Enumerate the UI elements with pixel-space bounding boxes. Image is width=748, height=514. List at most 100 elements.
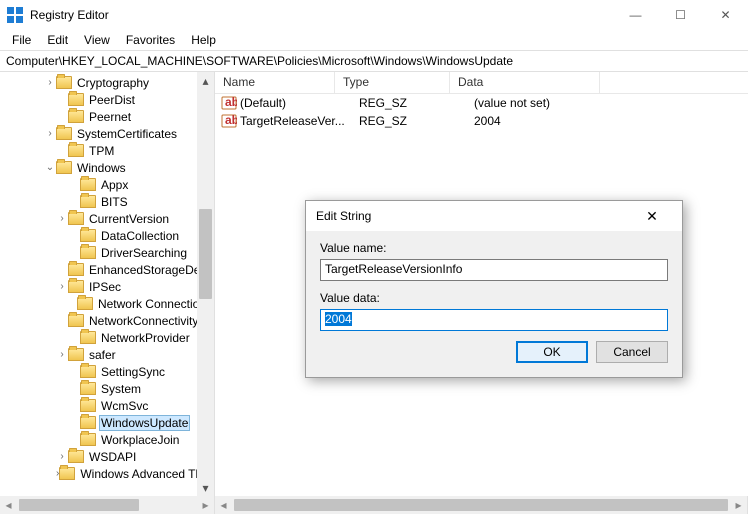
tree-node-label: IPSec (87, 280, 123, 294)
app-icon (6, 6, 24, 24)
tree-scrollbar[interactable]: ▴ ▾ (197, 72, 214, 496)
tree-node[interactable]: ›safer (0, 346, 214, 363)
hscroll-left-icon[interactable]: ◂ (215, 498, 232, 512)
list-row[interactable]: abTargetReleaseVer...REG_SZ2004 (215, 112, 748, 130)
chevron-right-icon[interactable]: › (56, 349, 68, 360)
tree-node[interactable]: Appx (0, 176, 214, 193)
row-data: 2004 (466, 114, 616, 128)
tree-node-label: PeerDist (87, 93, 137, 107)
tree[interactable]: › Cryptography PeerDist Peernet › SystemCerti… (0, 74, 214, 482)
tree-node[interactable]: › WSDAPI (0, 448, 214, 465)
string-value-icon: ab (221, 113, 237, 129)
row-name: (Default) (240, 96, 351, 110)
value-name-input[interactable]: TargetReleaseVersionInfo (320, 259, 668, 281)
tree-node[interactable]: › Cryptography (0, 74, 214, 91)
tree-node-label: EnhancedStorageDevices (87, 263, 215, 277)
tree-node[interactable]: DriverSearching (0, 244, 214, 261)
column-data[interactable]: Data (450, 72, 600, 93)
chevron-right-icon[interactable]: › (56, 451, 68, 462)
bottom-scroll: ◂ ▸ ◂ ▸ (0, 496, 748, 514)
hscroll-left-icon[interactable]: ◂ (0, 498, 17, 512)
tree-node-label: Windows Advanced Threat Protection (78, 467, 215, 481)
hscroll-right-icon[interactable]: ▸ (730, 498, 747, 512)
menu-help[interactable]: Help (183, 31, 224, 49)
scroll-down-icon[interactable]: ▾ (197, 479, 214, 496)
hscroll-right-icon[interactable]: ▸ (197, 498, 214, 512)
tree-node[interactable]: System (0, 380, 214, 397)
tree-node[interactable]: ›CurrentVersion (0, 210, 214, 227)
chevron-right-icon[interactable]: › (56, 213, 68, 224)
tree-node-label: Peernet (87, 110, 133, 124)
folder-icon (77, 297, 93, 310)
tree-node[interactable]: WindowsUpdate (0, 414, 214, 431)
tree-node[interactable]: EnhancedStorageDevices (0, 261, 214, 278)
tree-node[interactable]: BITS (0, 193, 214, 210)
folder-icon (80, 416, 96, 429)
tree-node[interactable]: WcmSvc (0, 397, 214, 414)
value-name-label: Value name: (320, 241, 668, 255)
tree-node-label: Cryptography (75, 76, 151, 90)
tree-node[interactable]: NetworkConnectivityStatusIndicator (0, 312, 214, 329)
dialog-title: Edit String (316, 209, 371, 223)
hscroll-thumb-right[interactable] (234, 499, 728, 511)
chevron-right-icon[interactable]: › (44, 77, 56, 88)
close-button[interactable]: ✕ (703, 0, 748, 30)
svg-text:ab: ab (225, 95, 237, 109)
value-data-input[interactable]: 2004 (320, 309, 668, 331)
tree-node-label: SystemCertificates (75, 127, 179, 141)
dialog-close-icon[interactable]: ✕ (632, 208, 672, 225)
tree-node[interactable]: DataCollection (0, 227, 214, 244)
tree-node[interactable]: NetworkProvider (0, 329, 214, 346)
tree-node-label: System (99, 382, 143, 396)
tree-node[interactable]: WorkplaceJoin (0, 431, 214, 448)
list-row[interactable]: ab(Default)REG_SZ(value not set) (215, 94, 748, 112)
tree-node-label: SettingSync (99, 365, 167, 379)
menu-favorites[interactable]: Favorites (118, 31, 183, 49)
column-type[interactable]: Type (335, 72, 450, 93)
chevron-right-icon[interactable]: › (44, 128, 56, 139)
folder-icon (56, 127, 72, 140)
tree-node-label: BITS (99, 195, 130, 209)
tree-node-label: WcmSvc (99, 399, 150, 413)
tree-node[interactable]: Network Connections (0, 295, 214, 312)
tree-node[interactable]: Peernet (0, 108, 214, 125)
minimize-button[interactable]: — (613, 0, 658, 30)
tree-node-label: Appx (99, 178, 130, 192)
edit-string-dialog: Edit String ✕ Value name: TargetReleaseV… (305, 200, 683, 378)
hscroll-thumb-left[interactable] (19, 499, 139, 511)
tree-node[interactable]: ⌄Windows (0, 159, 214, 176)
scroll-up-icon[interactable]: ▴ (197, 72, 214, 89)
ok-button[interactable]: OK (516, 341, 588, 363)
folder-icon (80, 382, 96, 395)
folder-icon (80, 246, 96, 259)
list-header: Name Type Data (215, 72, 748, 94)
folder-icon (68, 93, 84, 106)
address-bar[interactable]: Computer\HKEY_LOCAL_MACHINE\SOFTWARE\Pol… (0, 50, 748, 72)
folder-icon (80, 433, 96, 446)
title-bar: Registry Editor — ☐ ✕ (0, 0, 748, 30)
tree-node[interactable]: PeerDist (0, 91, 214, 108)
column-name[interactable]: Name (215, 72, 335, 93)
svg-text:ab: ab (225, 113, 237, 127)
folder-icon (68, 263, 84, 276)
chevron-right-icon[interactable]: › (56, 281, 68, 292)
tree-node[interactable]: SettingSync (0, 363, 214, 380)
window-title: Registry Editor (30, 8, 109, 22)
tree-node-label: WSDAPI (87, 450, 138, 464)
string-value-icon: ab (221, 95, 237, 111)
tree-node-label: NetworkProvider (99, 331, 192, 345)
menu-view[interactable]: View (76, 31, 118, 49)
menu-file[interactable]: File (4, 31, 39, 49)
scroll-thumb[interactable] (199, 209, 212, 299)
folder-icon (68, 110, 84, 123)
folder-icon (68, 212, 84, 225)
maximize-button[interactable]: ☐ (658, 0, 703, 30)
tree-node[interactable]: ›Windows Advanced Threat Protection (0, 465, 214, 482)
tree-node[interactable]: TPM (0, 142, 214, 159)
tree-node[interactable]: › IPSec (0, 278, 214, 295)
tree-node[interactable]: › SystemCertificates (0, 125, 214, 142)
cancel-button[interactable]: Cancel (596, 341, 668, 363)
tree-pane: › Cryptography PeerDist Peernet › SystemCerti… (0, 72, 215, 496)
chevron-down-icon[interactable]: ⌄ (44, 162, 56, 173)
menu-edit[interactable]: Edit (39, 31, 76, 49)
